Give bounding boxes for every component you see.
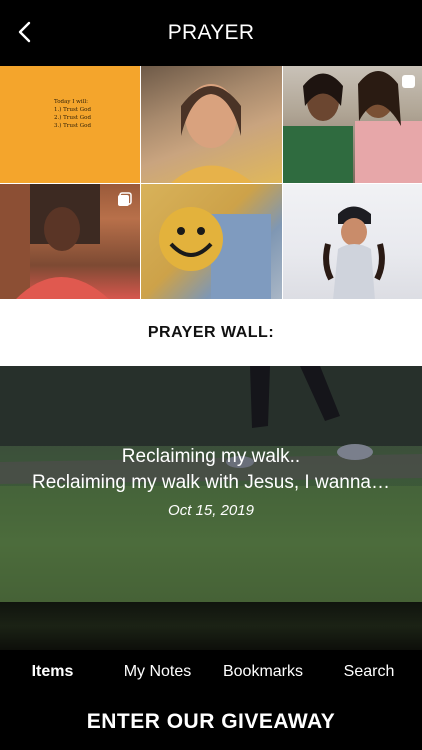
tab-search[interactable]: Search <box>316 663 422 681</box>
photo-tile[interactable] <box>141 184 282 300</box>
photo-tile[interactable]: Today I will: 1.) Trust God 2.) Trust Go… <box>0 66 140 183</box>
tab-my-notes[interactable]: My Notes <box>105 663 210 681</box>
photo-tile[interactable] <box>0 184 140 300</box>
page-title: PRAYER <box>167 21 255 44</box>
photo-tile[interactable] <box>283 184 422 300</box>
photo-tile[interactable] <box>283 66 422 183</box>
photo-image <box>159 207 271 300</box>
featured-prayer-card[interactable]: Reclaiming my walk.. Reclaiming my walk … <box>0 366 422 602</box>
photo-image <box>323 206 385 300</box>
tab-bookmarks[interactable]: Bookmarks <box>210 663 316 681</box>
featured-prayer-text: Reclaiming my walk.. Reclaiming my walk … <box>0 444 422 524</box>
prayer-date: Oct 15, 2019 <box>168 502 254 519</box>
multiple-photos-icon <box>401 74 416 89</box>
prayer-wall-header: PRAYER WALL: <box>0 299 422 366</box>
prayer-title: Reclaiming my walk.. <box>121 446 301 467</box>
photo-tile[interactable] <box>141 66 282 183</box>
next-card-peek <box>0 602 422 650</box>
prayer-wall-title: PRAYER WALL: <box>147 323 275 341</box>
tab-bar: Items My Notes Bookmarks Search <box>0 650 422 694</box>
back-button[interactable] <box>10 16 38 48</box>
prayer-excerpt: Reclaiming my walk with Jesus, I wanna… <box>32 472 390 493</box>
photo-image <box>171 84 253 183</box>
giveaway-label: ENTER OUR GIVEAWAY <box>86 710 336 733</box>
tab-items[interactable]: Items <box>0 663 105 681</box>
multiple-photos-icon <box>117 192 132 207</box>
tile-note: Today I will: 1.) Trust God 2.) Trust Go… <box>54 99 91 129</box>
enter-giveaway-button[interactable]: ENTER OUR GIVEAWAY <box>0 694 422 750</box>
app-header: PRAYER <box>0 0 422 66</box>
photo-grid: Today I will: 1.) Trust God 2.) Trust Go… <box>0 66 422 300</box>
chevron-left-icon <box>18 21 31 43</box>
